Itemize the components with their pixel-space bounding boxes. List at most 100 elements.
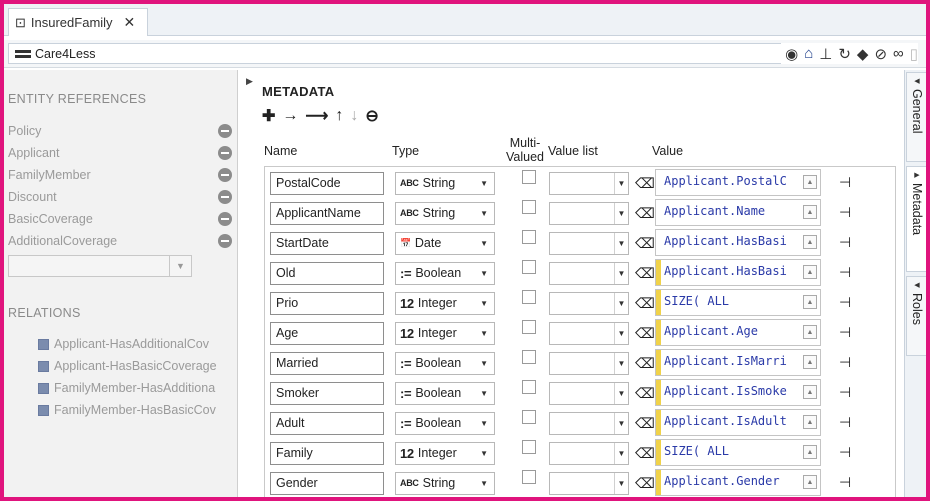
chevron-down-icon[interactable]: ▼: [614, 383, 628, 404]
value-expression[interactable]: Applicant.Age ▲: [655, 319, 821, 346]
eraser-icon[interactable]: ⌫: [635, 385, 655, 402]
value-list-select[interactable]: ▼: [549, 412, 629, 435]
value-list-select[interactable]: ▼: [549, 262, 629, 285]
link-icon[interactable]: ∞: [893, 45, 904, 62]
chevron-down-icon[interactable]: ▼: [480, 413, 488, 434]
menu-icon[interactable]: [15, 49, 31, 58]
value-list-select[interactable]: ▼: [549, 442, 629, 465]
pin-icon[interactable]: ⊣: [839, 174, 851, 191]
breadcrumb[interactable]: Care4Less: [8, 43, 898, 64]
expand-up-icon[interactable]: ▲: [803, 295, 817, 309]
type-select[interactable]: ABC String ▼: [395, 202, 495, 225]
add-entity-combo[interactable]: ▼: [8, 255, 192, 277]
chevron-down-icon[interactable]: ▼: [614, 473, 628, 494]
chevron-down-icon[interactable]: ▼: [614, 443, 628, 464]
multi-valued-checkbox[interactable]: [522, 260, 536, 274]
name-field[interactable]: Family: [270, 442, 384, 465]
multi-valued-checkbox[interactable]: [522, 290, 536, 304]
eraser-icon[interactable]: ⌫: [635, 445, 655, 462]
chevron-down-icon[interactable]: ▼: [480, 353, 488, 374]
chevron-down-icon[interactable]: ▼: [480, 323, 488, 344]
chevron-down-icon[interactable]: ▼: [614, 323, 628, 344]
relation-item[interactable]: Applicant-HasBasicCoverage: [38, 355, 234, 377]
multi-valued-checkbox[interactable]: [522, 200, 536, 214]
value-expression[interactable]: SIZE( ALL ▲: [655, 289, 821, 316]
eraser-icon[interactable]: ⌫: [635, 325, 655, 342]
type-select[interactable]: := Boolean ▼: [395, 412, 495, 435]
relation-checkbox[interactable]: [38, 360, 49, 372]
eye-icon[interactable]: ◉: [785, 45, 798, 63]
entity-ref-item[interactable]: AdditionalCoverage: [8, 230, 234, 252]
value-list-select[interactable]: ▼: [549, 382, 629, 405]
value-expression[interactable]: Applicant.HasBasi ▲: [655, 229, 821, 256]
type-select[interactable]: 12 Integer ▼: [395, 292, 495, 315]
value-list-select[interactable]: ▼: [549, 472, 629, 495]
name-field[interactable]: Age: [270, 322, 384, 345]
pin-icon[interactable]: ⊣: [839, 294, 851, 311]
expand-up-icon[interactable]: ▲: [803, 385, 817, 399]
eraser-icon[interactable]: ⌫: [635, 355, 655, 372]
value-expression[interactable]: Applicant.HasBasi ▲: [655, 259, 821, 286]
multi-valued-checkbox[interactable]: [522, 380, 536, 394]
entity-ref-item[interactable]: Policy: [8, 120, 234, 142]
chevron-down-icon[interactable]: ▼: [480, 203, 488, 224]
close-icon[interactable]: ✕: [124, 14, 136, 31]
value-expression[interactable]: Applicant.PostalC ▲: [655, 169, 821, 196]
chevron-down-icon[interactable]: ▼: [614, 353, 628, 374]
type-select[interactable]: := Boolean ▼: [395, 352, 495, 375]
pin-icon[interactable]: ⊣: [839, 204, 851, 221]
entity-ref-item[interactable]: Discount: [8, 186, 234, 208]
remove-icon[interactable]: [218, 234, 232, 248]
pin-icon[interactable]: ⊣: [839, 414, 851, 431]
entity-ref-item[interactable]: FamilyMember: [8, 164, 234, 186]
value-expression[interactable]: Applicant.Name ▲: [655, 199, 821, 226]
expand-arrow-icon[interactable]: ▶: [246, 76, 253, 87]
chevron-down-icon[interactable]: ▼: [169, 256, 191, 276]
chevron-down-icon[interactable]: ▼: [614, 173, 628, 194]
remove-icon[interactable]: [218, 124, 232, 138]
multi-valued-checkbox[interactable]: [522, 470, 536, 484]
value-list-select[interactable]: ▼: [549, 292, 629, 315]
chevron-down-icon[interactable]: ▼: [614, 263, 628, 284]
value-expression[interactable]: Applicant.IsAdult ▲: [655, 409, 821, 436]
multi-valued-checkbox[interactable]: [522, 320, 536, 334]
pin-icon[interactable]: ⊣: [839, 354, 851, 371]
name-field[interactable]: PostalCode: [270, 172, 384, 195]
name-field[interactable]: ApplicantName: [270, 202, 384, 225]
chevron-down-icon[interactable]: ▼: [480, 473, 488, 494]
name-field[interactable]: StartDate: [270, 232, 384, 255]
eraser-icon[interactable]: ⌫: [635, 415, 655, 432]
pin-icon[interactable]: ⊣: [839, 444, 851, 461]
eraser-icon[interactable]: ⌫: [635, 235, 655, 252]
copy-icon[interactable]: ▯: [910, 45, 918, 63]
pin-icon[interactable]: ⊣: [839, 264, 851, 281]
remove-icon[interactable]: [218, 190, 232, 204]
type-select[interactable]: 📅 Date ▼: [395, 232, 495, 255]
chevron-down-icon[interactable]: ▼: [480, 383, 488, 404]
relation-item[interactable]: FamilyMember-HasBasicCov: [38, 399, 234, 421]
chevron-down-icon[interactable]: ▼: [480, 443, 488, 464]
expand-up-icon[interactable]: ▲: [803, 175, 817, 189]
value-expression[interactable]: Applicant.Gender ▲: [655, 469, 821, 496]
chevron-down-icon[interactable]: ▼: [480, 263, 488, 284]
pin-icon[interactable]: ⊣: [839, 324, 851, 341]
add-icon[interactable]: ✚: [262, 106, 275, 126]
value-list-select[interactable]: ▼: [549, 172, 629, 195]
tag-icon[interactable]: ◆: [857, 45, 869, 63]
value-list-select[interactable]: ▼: [549, 352, 629, 375]
chevron-down-icon[interactable]: ▼: [480, 233, 488, 254]
expand-up-icon[interactable]: ▲: [803, 415, 817, 429]
eraser-icon[interactable]: ⌫: [635, 475, 655, 492]
chevron-down-icon[interactable]: ▼: [480, 293, 488, 314]
tab-general[interactable]: ◀ General: [906, 72, 926, 162]
expand-up-icon[interactable]: ▲: [803, 205, 817, 219]
value-expression[interactable]: Applicant.IsMarri ▲: [655, 349, 821, 376]
pin-icon[interactable]: ⊣: [839, 234, 851, 251]
value-list-select[interactable]: ▼: [549, 232, 629, 255]
expand-up-icon[interactable]: ▲: [803, 235, 817, 249]
eraser-icon[interactable]: ⌫: [635, 205, 655, 222]
relation-item[interactable]: Applicant-HasAdditionalCov: [38, 333, 234, 355]
type-select[interactable]: ABC String ▼: [395, 472, 495, 495]
chevron-down-icon[interactable]: ▼: [480, 173, 488, 194]
arrow-right-icon[interactable]: →: [282, 107, 298, 125]
